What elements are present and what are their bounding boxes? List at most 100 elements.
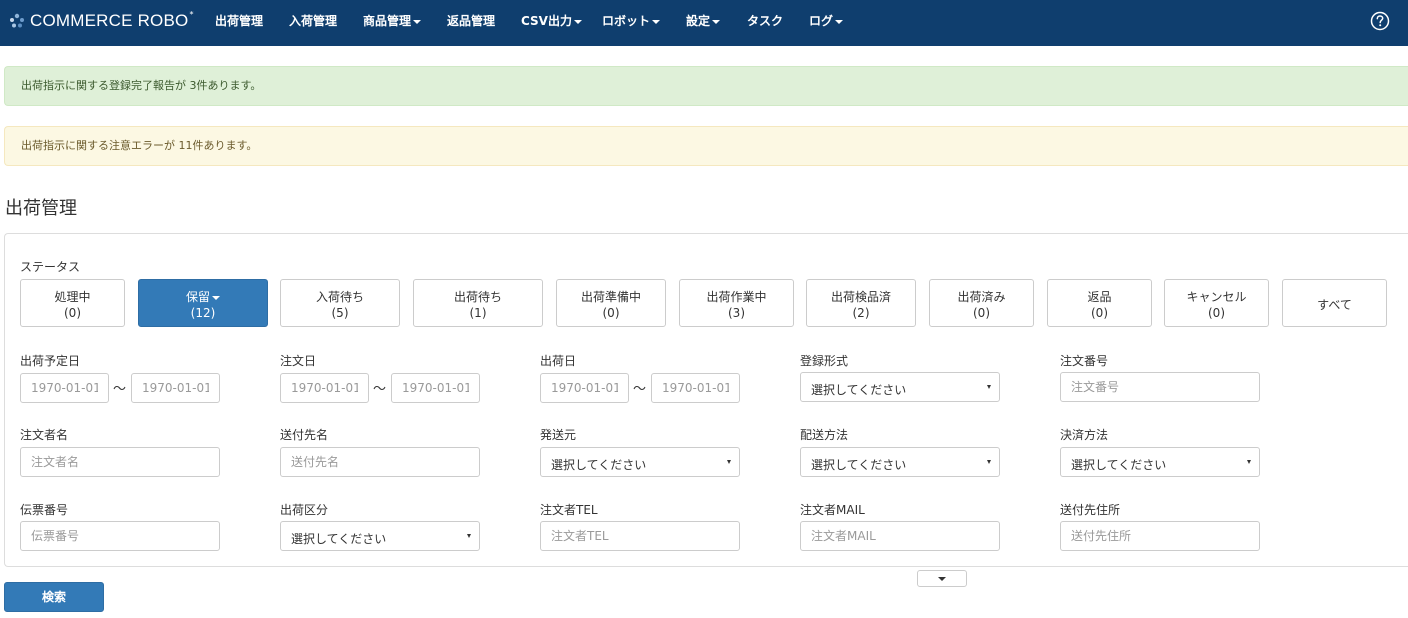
nav-robot[interactable]: ロボット	[602, 0, 661, 42]
date-range-separator: 〜	[633, 382, 647, 397]
orderer-name-input[interactable]	[20, 447, 220, 477]
select-arrow-icon	[987, 460, 991, 464]
select-arrow-icon	[1247, 460, 1251, 464]
nav-label: ログ	[809, 14, 834, 28]
nav-csv-export[interactable]: CSV出力	[521, 0, 582, 42]
select-value: 選択してください	[1071, 458, 1167, 472]
status-button-label: 出荷準備中	[580, 290, 641, 304]
nav-label: CSV出力	[521, 14, 572, 28]
nav-label: 出荷管理	[215, 14, 264, 28]
select-value: 選択してください	[811, 458, 907, 472]
caret-down-icon	[712, 19, 721, 24]
nav-receiving[interactable]: 入荷管理	[289, 0, 337, 42]
caret-down-icon	[573, 19, 582, 24]
status-button-preparing[interactable]: 出荷準備中 (0)	[556, 279, 666, 327]
shipping-category-label: 出荷区分	[280, 503, 329, 517]
status-button-awaiting-receipt[interactable]: 入荷待ち (5)	[280, 279, 400, 327]
nav-logs[interactable]: ログ	[809, 0, 844, 42]
shipping-scheduled-date-label: 出荷予定日	[20, 354, 81, 368]
date-range-separator: 〜	[113, 382, 127, 397]
nav-label: タスク	[747, 14, 784, 28]
select-value: 選択してください	[551, 458, 647, 472]
status-button-label: 処理中	[54, 290, 91, 304]
nav-label: 商品管理	[363, 14, 412, 28]
status-button-count: (1)	[469, 306, 487, 320]
nav-settings[interactable]: 設定	[686, 0, 721, 42]
nav-products[interactable]: 商品管理	[363, 0, 422, 42]
select-arrow-icon	[467, 534, 471, 538]
status-button-in-progress[interactable]: 出荷作業中 (3)	[679, 279, 794, 327]
status-button-count: (0)	[973, 306, 990, 320]
status-button-processing[interactable]: 処理中 (0)	[20, 279, 125, 327]
help-question-icon[interactable]	[1370, 11, 1390, 31]
search-button[interactable]: 検索	[4, 582, 104, 612]
select-arrow-icon	[727, 460, 731, 464]
sender-select[interactable]: 選択してください	[540, 447, 740, 477]
status-button-count: (0)	[64, 306, 81, 320]
brand-logo[interactable]: COMMERCE ROBO *	[8, 10, 193, 32]
order-date-to[interactable]	[391, 373, 480, 403]
slip-number-input[interactable]	[20, 521, 220, 551]
orderer-tel-input[interactable]	[540, 521, 740, 551]
payment-method-label: 決済方法	[1060, 428, 1109, 442]
status-button-label: 出荷済み	[957, 290, 1006, 304]
orderer-tel-label: 注文者TEL	[540, 503, 598, 517]
status-button-cancelled[interactable]: キャンセル (0)	[1164, 279, 1269, 327]
status-button-label: 出荷検品済	[830, 290, 891, 304]
shipping-date-from[interactable]	[540, 373, 629, 403]
status-button-returned[interactable]: 返品 (0)	[1047, 279, 1152, 327]
slip-number-label: 伝票番号	[20, 503, 69, 517]
nav-label: 設定	[686, 14, 711, 28]
status-button-label: 出荷待ち	[453, 290, 502, 304]
status-button-awaiting-shipment[interactable]: 出荷待ち (1)	[413, 279, 543, 327]
status-button-label: 返品	[1087, 290, 1112, 304]
sender-label: 発送元	[540, 428, 577, 442]
select-arrow-icon	[987, 385, 991, 389]
shipping-scheduled-date-to[interactable]	[131, 373, 220, 403]
order-date-from[interactable]	[280, 373, 369, 403]
order-number-input[interactable]	[1060, 372, 1260, 402]
status-button-on-hold[interactable]: 保留 (12)	[138, 279, 268, 327]
nav-tasks[interactable]: タスク	[747, 0, 783, 42]
top-navbar: COMMERCE ROBO * 出荷管理 入荷管理 商品管理 返品管理 CSV出…	[0, 0, 1408, 46]
caret-down-icon	[652, 19, 661, 24]
status-button-label: 出荷作業中	[706, 290, 767, 304]
success-alert: 出荷指示に関する登録完了報告が 3件あります。	[4, 66, 1408, 106]
payment-method-select[interactable]: 選択してください	[1060, 447, 1260, 477]
status-button-count: (3)	[728, 306, 745, 320]
registration-format-select[interactable]: 選択してください	[800, 372, 1000, 402]
registration-format-label: 登録形式	[800, 354, 849, 368]
status-button-count: (12)	[190, 306, 216, 320]
status-button-count: (2)	[852, 306, 870, 320]
order-date-label: 注文日	[280, 354, 317, 368]
status-button-count: (0)	[602, 306, 620, 320]
caret-down-icon	[413, 19, 422, 24]
brand-star-icon: *	[189, 9, 194, 19]
shipping-date-to[interactable]	[651, 373, 740, 403]
shipping-date-label: 出荷日	[540, 354, 577, 368]
recipient-name-label: 送付先名	[280, 428, 329, 442]
page-title: 出荷管理	[5, 198, 77, 219]
orderer-mail-input[interactable]	[800, 521, 1000, 551]
status-button-shipped[interactable]: 出荷済み (0)	[929, 279, 1034, 327]
status-button-inspected[interactable]: 出荷検品済 (2)	[806, 279, 916, 327]
nav-shipping[interactable]: 出荷管理	[215, 0, 263, 42]
delivery-method-select[interactable]: 選択してください	[800, 447, 1000, 477]
order-number-label: 注文番号	[1060, 354, 1109, 368]
robo-logo-icon	[10, 13, 24, 28]
nav-returns[interactable]: 返品管理	[447, 0, 495, 42]
orderer-name-label: 注文者名	[20, 428, 69, 442]
caret-down-icon	[212, 295, 220, 300]
nav-label: 入荷管理	[289, 14, 338, 28]
status-button-count: (0)	[1091, 306, 1108, 320]
date-range-separator: 〜	[373, 382, 387, 397]
shipping-category-select[interactable]: 選択してください	[280, 521, 480, 551]
expand-filters-button[interactable]	[917, 570, 967, 587]
select-value: 選択してください	[811, 383, 907, 397]
recipient-name-input[interactable]	[280, 447, 480, 477]
status-button-label: 入荷待ち	[315, 290, 364, 304]
caret-down-icon	[938, 577, 946, 581]
shipping-scheduled-date-from[interactable]	[20, 373, 109, 403]
recipient-address-input[interactable]	[1060, 521, 1260, 551]
status-button-all[interactable]: すべて	[1282, 279, 1387, 327]
